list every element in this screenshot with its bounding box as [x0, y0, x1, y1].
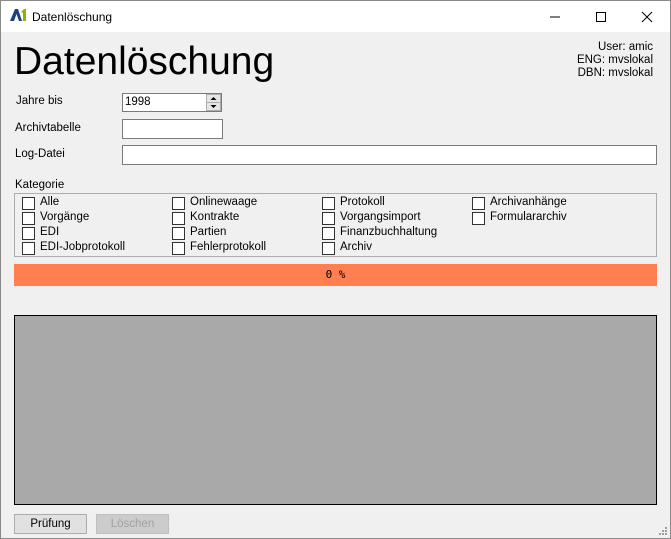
close-button[interactable]: [624, 1, 670, 32]
checkbox-label: EDI-Jobprotokoll: [40, 241, 126, 253]
progress-text: 0 %: [325, 268, 346, 281]
checkbox-label: Alle: [40, 196, 60, 208]
checkbox-label: Vorgänge: [40, 211, 90, 223]
checkbox-box[interactable]: [472, 197, 485, 210]
maximize-icon: [596, 12, 606, 22]
app-logo-icon: [10, 9, 26, 21]
checkbox-box[interactable]: [322, 227, 335, 240]
archivtabelle-label: Archivtabelle: [15, 122, 81, 134]
checkbox-box[interactable]: [472, 212, 485, 225]
log-datei-input[interactable]: [122, 145, 657, 165]
jahre-bis-spinner[interactable]: [206, 94, 221, 111]
checkbox-box[interactable]: [22, 197, 35, 210]
page-title: Datenlöschung: [14, 40, 275, 83]
close-icon: [641, 11, 653, 23]
checkbox-label: Formulararchiv: [490, 211, 567, 223]
eng-label: ENG: mvslokal: [576, 54, 653, 66]
user-label: User: amic: [598, 41, 653, 53]
minimize-icon: [550, 16, 560, 18]
checkbox-label: EDI: [40, 226, 60, 238]
datenloeschung-window: Datenlöschung Datenlöschung User: amic E…: [0, 0, 671, 539]
checkbox-box[interactable]: [22, 212, 35, 225]
checkbox-box[interactable]: [322, 242, 335, 255]
arrow-down-icon: [210, 105, 217, 108]
user-info: User: amic ENG: mvslokal DBN: mvslokal: [577, 41, 653, 80]
window-title: Datenlöschung: [32, 10, 113, 24]
checkbox-box[interactable]: [172, 227, 185, 240]
loeschen-button[interactable]: Löschen: [96, 514, 169, 534]
checkbox-box[interactable]: [322, 197, 335, 210]
archivtabelle-input[interactable]: [122, 119, 223, 139]
resize-grip-icon[interactable]: [656, 524, 668, 536]
pruefung-button[interactable]: Prüfung: [14, 514, 87, 534]
checkbox-box[interactable]: [172, 212, 185, 225]
arrow-up-icon: [210, 97, 217, 100]
maximize-button[interactable]: [578, 1, 624, 32]
dbn-label: DBN: mvslokal: [577, 67, 653, 79]
checkbox-label: Finanzbuchhaltung: [340, 226, 438, 238]
output-panel: [14, 315, 657, 505]
checkbox-label: Vorgangsimport: [340, 211, 421, 223]
checkbox-box[interactable]: [322, 212, 335, 225]
checkbox-box[interactable]: [22, 242, 35, 255]
log-datei-label: Log-Datei: [15, 148, 65, 160]
checkbox-label: Protokoll: [340, 196, 385, 208]
checkbox-label: Archivanhänge: [490, 196, 567, 208]
checkbox-label: Partien: [190, 226, 227, 238]
checkbox-label: Fehlerprotokoll: [190, 241, 267, 253]
checkbox-box[interactable]: [172, 197, 185, 210]
minimize-button[interactable]: [532, 1, 578, 32]
checkbox-label: Onlinewaage: [190, 196, 258, 208]
jahre-bis-label: Jahre bis: [16, 95, 63, 107]
checkbox-label: Kontrakte: [190, 211, 240, 223]
checkbox-box[interactable]: [22, 227, 35, 240]
spin-down-button[interactable]: [206, 102, 221, 111]
checkbox-box[interactable]: [172, 242, 185, 255]
title-bar: Datenlöschung: [1, 1, 670, 32]
checkbox-label: Archiv: [340, 241, 372, 253]
kategorie-label: Kategorie: [15, 179, 67, 191]
progress-bar: 0 %: [14, 264, 657, 286]
